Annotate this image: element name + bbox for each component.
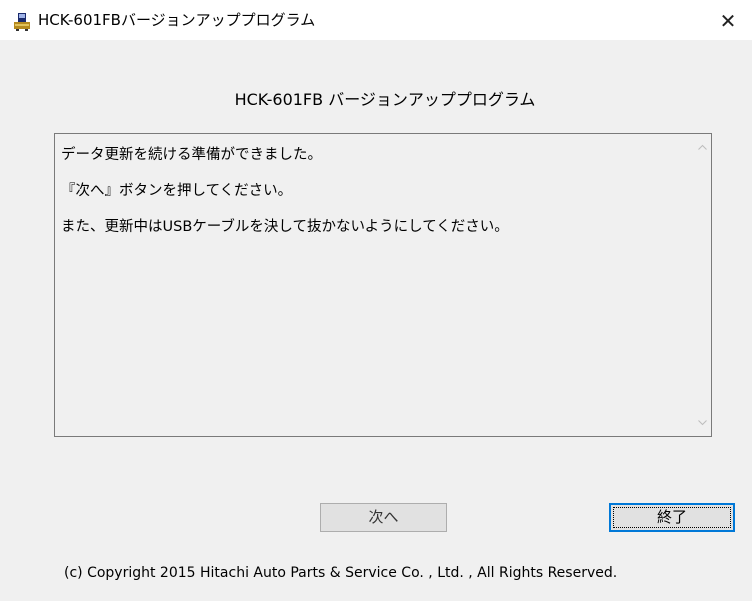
app-icon (14, 13, 30, 31)
message-line: 『次へ』ボタンを押してください。 (61, 183, 293, 199)
exit-button[interactable]: 終了 (609, 503, 735, 532)
title-bar: HCK-601FBバージョンアッププログラム ✕ (0, 0, 752, 40)
close-icon: ✕ (719, 9, 737, 33)
copyright-text: (c) Copyright 2015 Hitachi Auto Parts & … (64, 565, 618, 581)
close-button[interactable]: ✕ (704, 0, 752, 40)
focus-rectangle (613, 507, 731, 528)
window-title: HCK-601FBバージョンアッププログラム (38, 11, 316, 29)
vertical-scrollbar[interactable] (694, 134, 711, 436)
dialog-window: HCK-601FBバージョンアッププログラム ✕ HCK-601FB バージョン… (0, 0, 752, 601)
scroll-up-arrow-icon[interactable] (697, 142, 708, 153)
next-button[interactable]: 次へ (320, 503, 447, 532)
scroll-down-arrow-icon[interactable] (697, 417, 708, 428)
page-heading: HCK-601FB バージョンアッププログラム (234, 90, 536, 109)
message-line: また、更新中はUSBケーブルを決して抜かないようにしてください。 (61, 219, 509, 235)
message-textbox[interactable]: データ更新を続ける準備ができました。 『次へ』ボタンを押してください。 また、更… (54, 133, 712, 437)
message-line: データ更新を続ける準備ができました。 (61, 147, 322, 163)
